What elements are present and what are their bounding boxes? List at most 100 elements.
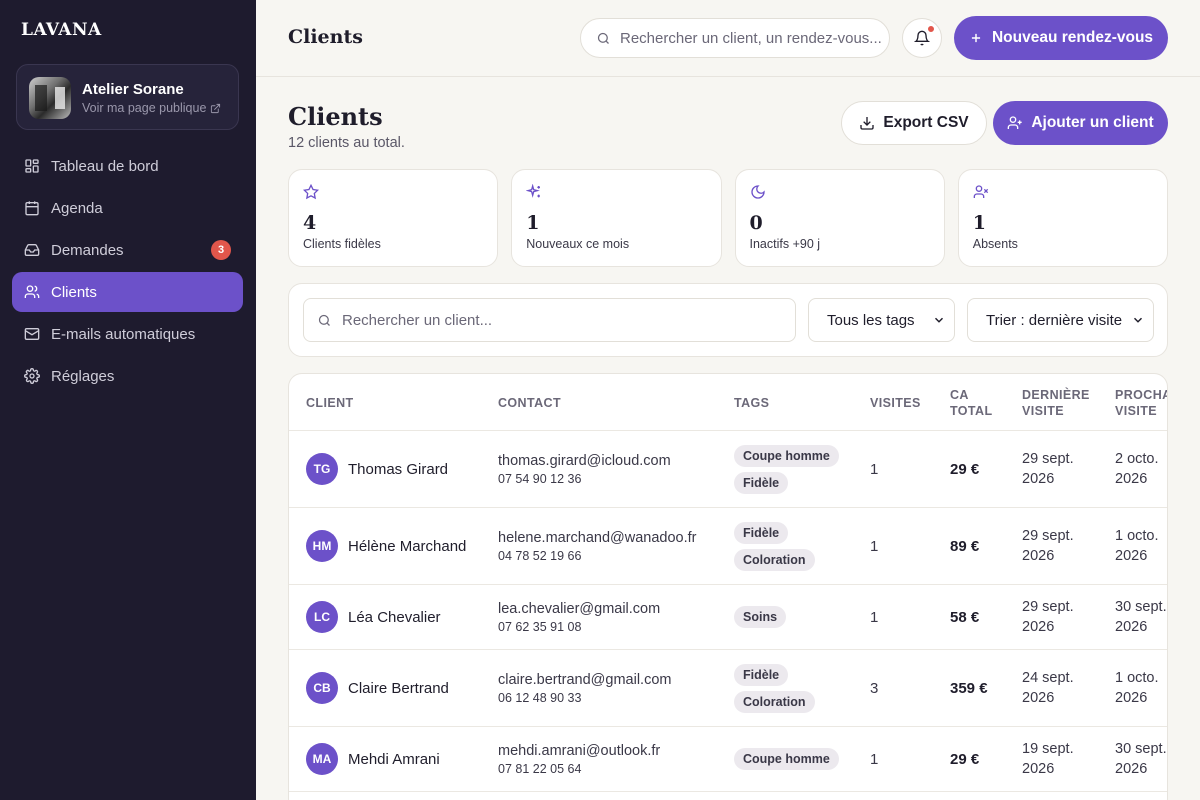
- tags-select[interactable]: Tous les tags: [808, 298, 955, 342]
- next-visit-date: 30 sept.: [1115, 599, 1167, 615]
- sidebar-item-settings[interactable]: Réglages: [12, 356, 243, 396]
- client-cell: TG Thomas Girard: [306, 431, 448, 507]
- last-visit-year: 2026: [1022, 690, 1055, 706]
- client-email[interactable]: mehdi.amrani@outlook.fr: [498, 742, 660, 761]
- last-visit-cell: 19 sept. 2026: [1022, 727, 1074, 791]
- column-header-next-visit[interactable]: Prochaine visite: [1115, 374, 1167, 431]
- client-phone: 07 54 90 12 36: [498, 471, 582, 486]
- column-header-line: CA: [950, 387, 969, 402]
- table-row[interactable]: LC Léa Chevalier lea.chevalier@gmail.com 0…: [289, 585, 1167, 650]
- next-visit-date: 1 octo.: [1115, 670, 1159, 686]
- stat-card-loyal: 4 Clients fidèles: [288, 169, 499, 267]
- search-icon: [597, 32, 609, 44]
- client-search-input[interactable]: Rechercher un client...: [303, 298, 796, 342]
- client-email[interactable]: thomas.girard@icloud.com: [498, 452, 671, 471]
- table-row[interactable]: HM Hélène Marchand helene.marchand@wanado…: [289, 508, 1167, 585]
- next-visit-date: 1 octo.: [1115, 528, 1159, 544]
- stat-label: Clients fidèles: [303, 237, 381, 251]
- add-client-label: Ajouter un client: [1031, 114, 1154, 131]
- new-appointment-button[interactable]: Nouveau rendez-vous: [954, 16, 1168, 60]
- next-visit-year: 2026: [1115, 761, 1148, 777]
- table-row[interactable]: MA Mehdi Amrani mehdi.amrani@outlook.fr 07…: [289, 727, 1167, 792]
- client-name[interactable]: Léa Chevalier: [348, 609, 441, 626]
- public-page-link[interactable]: Voir ma page publique: [82, 101, 221, 115]
- gear-icon: [24, 368, 40, 384]
- table-row[interactable]: TG Thomas Girard thomas.girard@icloud.com…: [289, 431, 1167, 508]
- page-title: Clients: [288, 102, 383, 131]
- stat-label: Nouveaux ce mois: [526, 237, 630, 251]
- client-name[interactable]: Hélène Marchand: [348, 538, 466, 555]
- column-header-line: visite: [1115, 403, 1157, 418]
- sidebar-item-requests[interactable]: Demandes 3: [12, 230, 243, 270]
- last-visit-year: 2026: [1022, 761, 1055, 777]
- column-header-last-visit[interactable]: Dernière visite: [1022, 374, 1090, 431]
- clients-count: 12 clients au total.: [288, 135, 405, 151]
- stat-value: 0: [749, 212, 763, 234]
- tags-cell: Coupe homme: [734, 727, 839, 791]
- next-visit-date: 30 sept.: [1115, 741, 1167, 757]
- stat-card-new: 1 Nouveaux ce mois: [511, 169, 722, 267]
- dashboard-icon: [25, 159, 39, 173]
- tag-badge: Coupe homme: [734, 748, 839, 770]
- column-header-ca-total[interactable]: CA Total: [950, 374, 993, 431]
- client-email[interactable]: lea.chevalier@gmail.com: [498, 600, 660, 619]
- add-client-button[interactable]: Ajouter un client: [993, 101, 1168, 145]
- client-email[interactable]: helene.marchand@wanadoo.fr: [498, 529, 697, 548]
- client-name[interactable]: Mehdi Amrani: [348, 751, 440, 768]
- client-cell: HM Hélène Marchand: [306, 508, 466, 584]
- client-name[interactable]: Claire Bertrand: [348, 680, 449, 697]
- bell-icon: [914, 30, 930, 46]
- stat-value: 4: [303, 212, 317, 234]
- ca-total: 89 €: [950, 537, 980, 555]
- tags-cell: Fidèle Coloration: [734, 508, 815, 584]
- download-icon: [860, 117, 875, 130]
- calendar-icon: [25, 201, 39, 216]
- topbar-title: Clients: [288, 26, 363, 48]
- sidebar-nav: Tableau de bord Agenda Demandes 3 Client…: [12, 146, 243, 398]
- stat-value: 1: [972, 212, 986, 234]
- last-visit-date: 19 sept.: [1022, 741, 1074, 757]
- sort-select[interactable]: Trier : dernière visite: [967, 298, 1154, 342]
- studio-card[interactable]: Atelier Sorane Voir ma page publique: [16, 64, 239, 130]
- tag-badge: Fidèle: [734, 521, 789, 544]
- sidebar-item-clients[interactable]: Clients: [12, 272, 243, 312]
- next-visit-cell: 30 sept. 2026: [1115, 727, 1167, 791]
- client-search-placeholder: Rechercher un client...: [342, 311, 493, 329]
- client-phone: 04 78 52 19 66: [498, 548, 582, 563]
- star-icon: [303, 184, 319, 200]
- export-csv-label: Export CSV: [883, 114, 969, 131]
- sidebar-item-agenda[interactable]: Agenda: [12, 188, 243, 228]
- table-row[interactable]: CB Claire Bertrand claire.bertrand@gmail.…: [289, 650, 1167, 727]
- avatar: LC: [306, 601, 338, 633]
- next-visit-year: 2026: [1115, 619, 1148, 635]
- client-email[interactable]: claire.bertrand@gmail.com: [498, 671, 671, 690]
- sidebar-item-label: E-mails automatiques: [51, 325, 196, 343]
- tags-select-value: Tous les tags: [827, 311, 915, 329]
- next-visit-cell: 2 octo. 2026: [1115, 431, 1159, 507]
- column-header-visits[interactable]: Visites: [870, 374, 921, 431]
- sidebar-item-dashboard[interactable]: Tableau de bord: [12, 146, 243, 186]
- user-x-icon: [973, 185, 988, 198]
- column-header-line: Total: [950, 403, 993, 418]
- column-header-contact[interactable]: Contact: [498, 374, 561, 431]
- column-header-client[interactable]: Client: [306, 374, 354, 431]
- top-bar: Clients Rechercher un client, un rendez-…: [256, 0, 1200, 77]
- next-visit-year: 2026: [1115, 690, 1148, 706]
- client-name[interactable]: Thomas Girard: [348, 461, 448, 478]
- export-csv-button[interactable]: Export CSV: [841, 101, 987, 145]
- clients-table: Client Contact Tags Visites CA Total Der…: [288, 373, 1168, 800]
- app-logo[interactable]: LAVANA: [21, 20, 102, 40]
- contact-cell: claire.bertrand@gmail.com 06 12 48 90 33: [498, 650, 671, 726]
- global-search-input[interactable]: Rechercher un client, un rendez-vous...: [580, 18, 890, 58]
- next-visit-year: 2026: [1115, 548, 1148, 564]
- column-header-tags[interactable]: Tags: [734, 374, 769, 431]
- sparkles-icon: [526, 184, 541, 198]
- last-visit-year: 2026: [1022, 471, 1055, 487]
- sidebar-item-emails[interactable]: E-mails automatiques: [12, 314, 243, 354]
- notifications-button[interactable]: [902, 18, 942, 58]
- chevron-down-icon: [934, 317, 944, 323]
- ca-total: 58 €: [950, 608, 980, 626]
- next-visit-cell: 30 sept. 2026: [1115, 585, 1167, 649]
- client-phone: 07 81 22 05 64: [498, 761, 582, 776]
- requests-count-badge: 3: [211, 240, 231, 260]
